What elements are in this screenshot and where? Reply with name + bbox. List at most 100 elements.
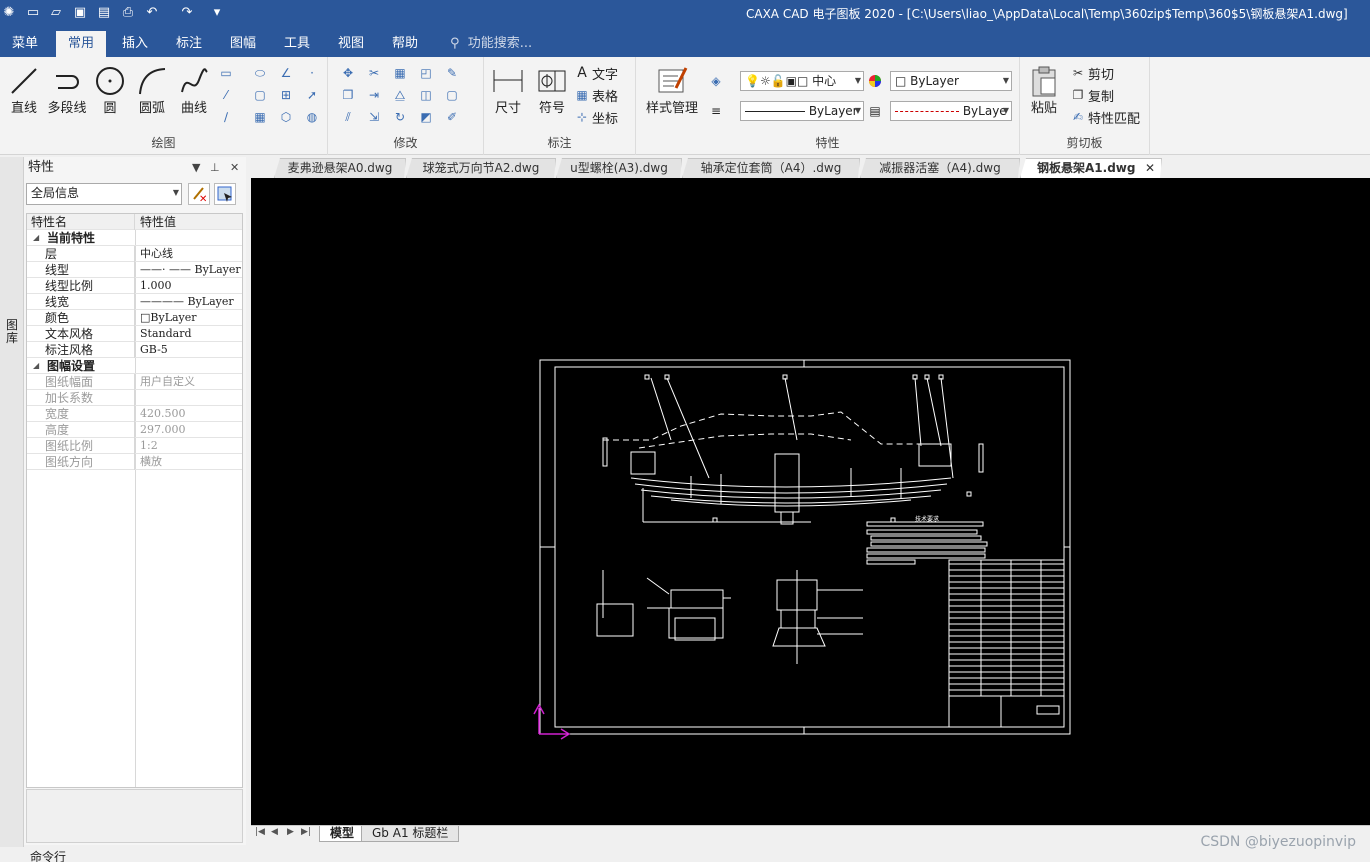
next-sheet-icon[interactable]: ▶ [287,827,294,837]
layer-select[interactable]: 💡☼🔓▣□ 中心 ▼ [740,71,864,91]
table-button[interactable]: 表格 [592,86,618,105]
region-icon[interactable]: ◍ [304,109,320,125]
color-wheel-icon[interactable] [867,73,883,89]
coord-button[interactable]: 坐标 [592,108,618,127]
doc-tab-active[interactable]: 钢板悬架A1.dwg ✕ [1020,158,1162,178]
undo-icon[interactable]: ↶ [143,3,161,21]
hatch-icon[interactable]: ▢ [252,87,268,103]
move-icon[interactable]: ✥ [340,65,356,81]
ellipse-icon[interactable]: ⬭ [252,65,268,81]
extend-icon[interactable]: ⇥ [366,87,382,103]
new-file-icon[interactable]: ▭ [24,3,42,21]
menu-tab-view[interactable]: 视图 [326,31,376,57]
property-value[interactable]: 横放 [136,454,243,470]
doc-tab[interactable]: 球笼式万向节A2.dwg [406,158,556,178]
scope-select[interactable]: 全局信息 ▼ [26,183,182,205]
trim-icon[interactable]: ✂ [366,65,382,81]
doc-tab[interactable]: 减振器活塞（A4).dwg [860,158,1020,178]
panel-menu-icon[interactable]: ▼ [192,157,200,179]
mirror-icon[interactable]: ⧋ [392,87,408,103]
property-value[interactable]: 297.000 [136,422,243,438]
menu-tab-annotate[interactable]: 标注 [164,31,214,57]
property-row[interactable]: 宽度 420.500 [27,406,242,422]
property-value[interactable] [136,390,243,406]
property-row[interactable]: 颜色 □ByLayer [27,310,242,326]
doc-tab[interactable]: 轴承定位套筒（A4）.dwg [682,158,860,178]
circle-button[interactable]: 圆 [90,65,130,116]
property-value[interactable]: Standard [136,326,243,342]
lineweight-icon[interactable]: ▤ [867,103,883,119]
chamfer-icon[interactable]: ◩ [418,109,434,125]
property-value[interactable]: 1:2 [136,438,243,454]
property-row[interactable]: 图纸方向 横放 [27,454,242,470]
property-row[interactable]: 加长系数 [27,390,242,406]
last-sheet-icon[interactable]: ▶| [301,827,311,837]
property-value[interactable]: 中心线 [136,246,243,262]
hole-icon[interactable]: ⊞ [278,87,294,103]
menu-tab-menu[interactable]: 菜单 [0,31,50,57]
rectangle-icon[interactable]: ▭ [218,65,234,81]
property-row[interactable]: 线宽 ———— ByLayer [27,294,242,310]
linetype-manager-icon[interactable]: ≡ [708,103,724,119]
property-row[interactable]: 文本风格 Standard [27,326,242,342]
drawing-canvas[interactable]: 技术要求 [251,178,1370,825]
arc-button[interactable]: 圆弧 [132,65,172,116]
quick-select-button[interactable]: ✕ [188,183,210,205]
menu-tab-common[interactable]: 常用 [56,31,107,57]
rotate-icon[interactable]: ↻ [392,109,408,125]
menu-tab-insert[interactable]: 插入 [110,31,160,57]
close-icon[interactable]: ✕ [1145,159,1155,178]
customize-quick-access-icon[interactable]: ▾ [208,3,226,21]
app-logo-icon[interactable]: ✺ [0,3,18,21]
print-icon[interactable]: ⎙ [119,3,137,21]
doc-tab[interactable]: u型螺栓(A3).dwg [556,158,682,178]
property-value[interactable]: 用户自定义 [136,374,243,390]
paste-button[interactable]: 粘贴 [1024,65,1064,116]
cut-button[interactable]: 剪切 [1088,64,1114,83]
save-icon[interactable]: ▣ [71,3,89,21]
dimension-button[interactable]: 尺寸 [488,65,528,116]
select-objects-button[interactable] [214,183,236,205]
edit-icon[interactable]: ✐ [444,109,460,125]
library-tab[interactable]: 图库 [4,319,20,345]
prev-sheet-icon[interactable]: ◀ [271,827,278,837]
property-row[interactable]: 高度 297.000 [27,422,242,438]
property-value[interactable]: 420.500 [136,406,243,422]
pin-icon[interactable]: ⊥ [210,157,220,179]
layer-manager-icon[interactable]: ◈ [708,73,724,89]
menu-tab-tools[interactable]: 工具 [272,31,322,57]
parallel-line-icon[interactable]: ⁄ [218,87,234,103]
copy-button[interactable]: 复制 [1088,86,1114,105]
color-select[interactable]: □ ByLayer ▼ [890,71,1012,91]
copy-object-icon[interactable]: ❐ [340,87,356,103]
angle-line-icon[interactable]: ∠ [278,65,294,81]
array-icon[interactable]: ▦ [392,65,408,81]
polyline-button[interactable]: 多段线 [46,65,88,116]
open-file-icon[interactable]: ▱ [47,3,65,21]
erase-icon[interactable]: ✎ [444,65,460,81]
property-value[interactable]: GB-5 [136,342,243,358]
doc-tab[interactable]: 麦弗逊悬架A0.dwg [274,158,406,178]
property-section-header[interactable]: ◢ 图幅设置 [27,358,242,374]
offset-icon[interactable]: ⫽ [340,109,356,125]
style-manager-button[interactable]: 样式管理 [644,65,700,116]
property-row[interactable]: 层中心线 [27,246,242,262]
property-row[interactable]: 线型 ——· —— ByLayer [27,262,242,278]
first-sheet-icon[interactable]: |◀ [255,827,265,837]
property-value[interactable]: ——· —— ByLayer [136,262,243,278]
property-value[interactable]: 1.000 [136,278,243,294]
property-row[interactable]: 图纸幅面 用户自定义 [27,374,242,390]
property-row[interactable]: 线型比例 1.000 [27,278,242,294]
line-button[interactable]: 直线 [4,65,44,116]
polygon-icon[interactable]: ⬡ [278,109,294,125]
stretch-icon[interactable]: ⇲ [366,109,382,125]
property-value[interactable]: ———— ByLayer [136,294,243,310]
scale-icon[interactable]: ◫ [418,87,434,103]
text-button[interactable]: 文字 [592,64,618,83]
sheet-tab-model[interactable]: 模型 [319,826,366,842]
close-icon[interactable]: ✕ [230,157,239,179]
sheet-tab-layout[interactable]: Gb A1 标题栏 [361,826,460,842]
spline-button[interactable]: 曲线 [174,65,214,116]
fillet-icon[interactable]: ◰ [418,65,434,81]
arrow-icon[interactable]: ➚ [304,87,320,103]
